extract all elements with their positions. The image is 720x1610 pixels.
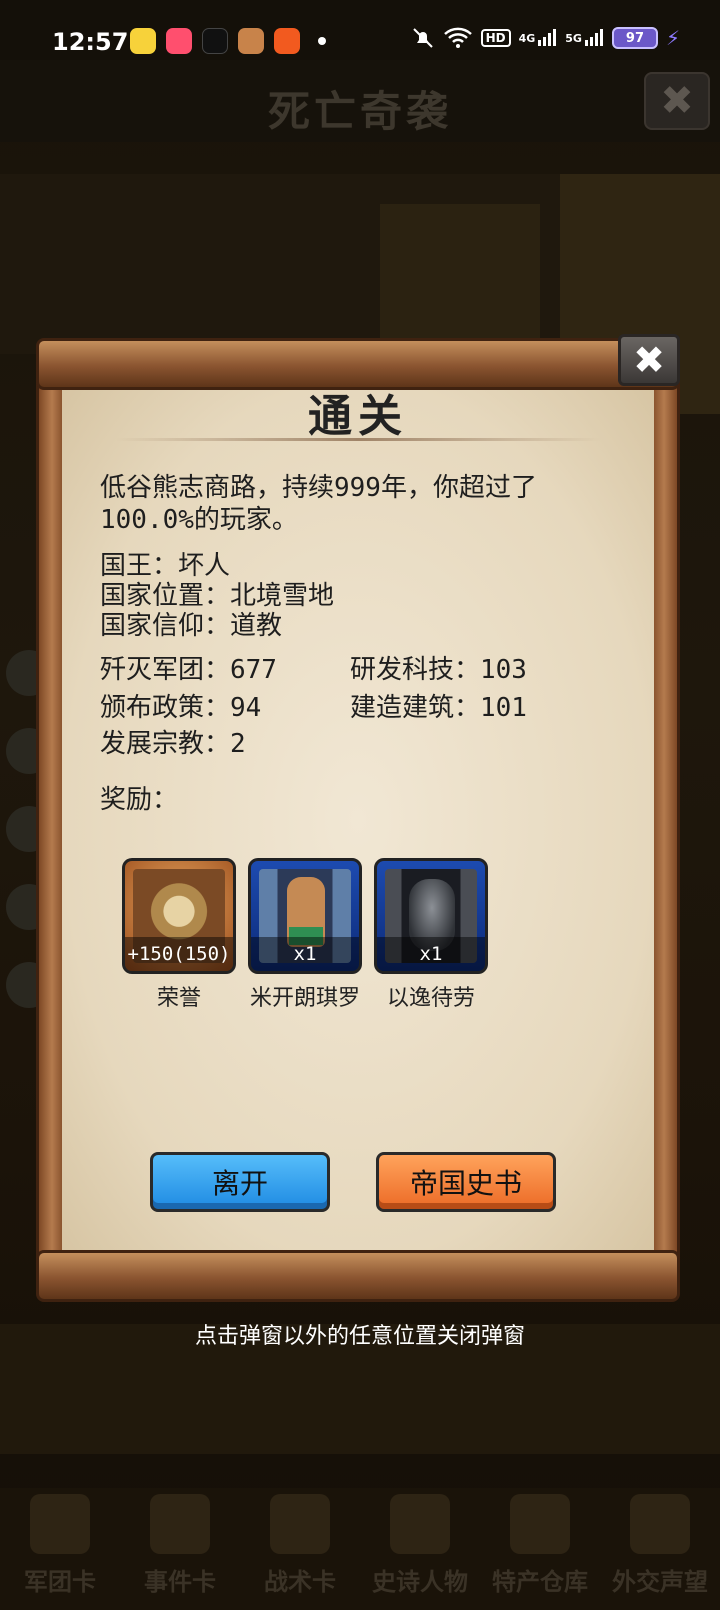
victory-dialog: ✖ 通关 低谷熊志商路，持续999年，你超过了100.0%的玩家。 国王：坏人 … (36, 334, 680, 1304)
tactic-icon (270, 1494, 330, 1554)
nav-legion-cards[interactable]: 军团卡 (0, 1488, 120, 1610)
dialog-title: 通关 (308, 391, 408, 442)
title-divider (116, 438, 600, 441)
notification-icons (130, 28, 326, 54)
system-icons: HD 4G 5G 97 ⚡ (411, 26, 680, 50)
hd-icon: HD (480, 26, 511, 50)
chat-app-icon (166, 28, 192, 54)
stat-buildings: 建造建筑：101 (350, 693, 527, 723)
nav-specialty-warehouse[interactable]: 特产仓库 (480, 1488, 600, 1610)
stat-policies: 颁布政策：94 (100, 693, 262, 723)
rewards-label: 奖励： (100, 785, 179, 815)
more-notifications-dot (318, 37, 326, 45)
religion-line: 国家信仰：道教 (100, 611, 283, 641)
chest-icon (510, 1494, 570, 1554)
nav-epic-characters[interactable]: 史诗人物 (360, 1488, 480, 1610)
scroll-bottom-rod (36, 1250, 680, 1302)
reward-michelangelo[interactable]: x1 米开朗琪罗 (248, 858, 362, 1012)
tactic-card-icon: x1 (374, 858, 488, 974)
crown-icon (390, 1494, 450, 1554)
charging-icon: ⚡ (665, 26, 680, 50)
result-description: 低谷熊志商路，持续999年，你超过了100.0%的玩家。 (100, 473, 537, 535)
battery-icon: 97 (611, 27, 658, 49)
letter-icon (630, 1494, 690, 1554)
news-app-icon (130, 28, 156, 54)
rewards-list: +150(150) 荣誉 x1 米开朗琪罗 x1 以逸待劳 (122, 858, 488, 1012)
signal-5g-icon: 5G (565, 26, 604, 50)
nav-tactic-cards[interactable]: 战术卡 (240, 1488, 360, 1610)
game-close-button[interactable]: ✖ (644, 72, 710, 130)
stat-tech: 研发科技：103 (350, 655, 527, 685)
game-title: 死亡奇袭 (267, 87, 452, 136)
event-icon (150, 1494, 210, 1554)
stat-religions: 发展宗教：2 (100, 729, 246, 759)
dialog-close-button[interactable]: ✖ (618, 334, 680, 386)
clock: 12:57 (52, 28, 129, 56)
helmet-icon (30, 1494, 90, 1554)
reward-honor[interactable]: +150(150) 荣誉 (122, 858, 236, 1012)
nav-event-cards[interactable]: 事件卡 (120, 1488, 240, 1610)
empire-history-button[interactable]: 帝国史书 (376, 1152, 556, 1212)
stat-legions: 歼灭军团：677 (100, 655, 277, 685)
close-hint: 点击弹窗以外的任意位置关闭弹窗 (194, 1324, 525, 1349)
hero-portrait-icon: x1 (248, 858, 362, 974)
nav-diplomacy[interactable]: 外交声望 (600, 1488, 720, 1610)
tiktok-icon (202, 28, 228, 54)
mute-icon (411, 26, 435, 50)
honor-medal-icon: +150(150) (122, 858, 236, 974)
shop-app-icon (274, 28, 300, 54)
game-app-icon (238, 28, 264, 54)
reward-tactic-card[interactable]: x1 以逸待劳 (374, 858, 488, 1012)
location-line: 国家位置：北境雪地 (100, 581, 335, 611)
close-icon: ✖ (633, 338, 665, 382)
bottom-nav: 军团卡 事件卡 战术卡 史诗人物 特产仓库 外交声望 (0, 1488, 720, 1610)
signal-4g-icon: 4G (519, 26, 558, 50)
king-line: 国王：坏人 (100, 551, 231, 581)
wifi-icon (443, 26, 473, 50)
leave-button[interactable]: 离开 (150, 1152, 330, 1212)
